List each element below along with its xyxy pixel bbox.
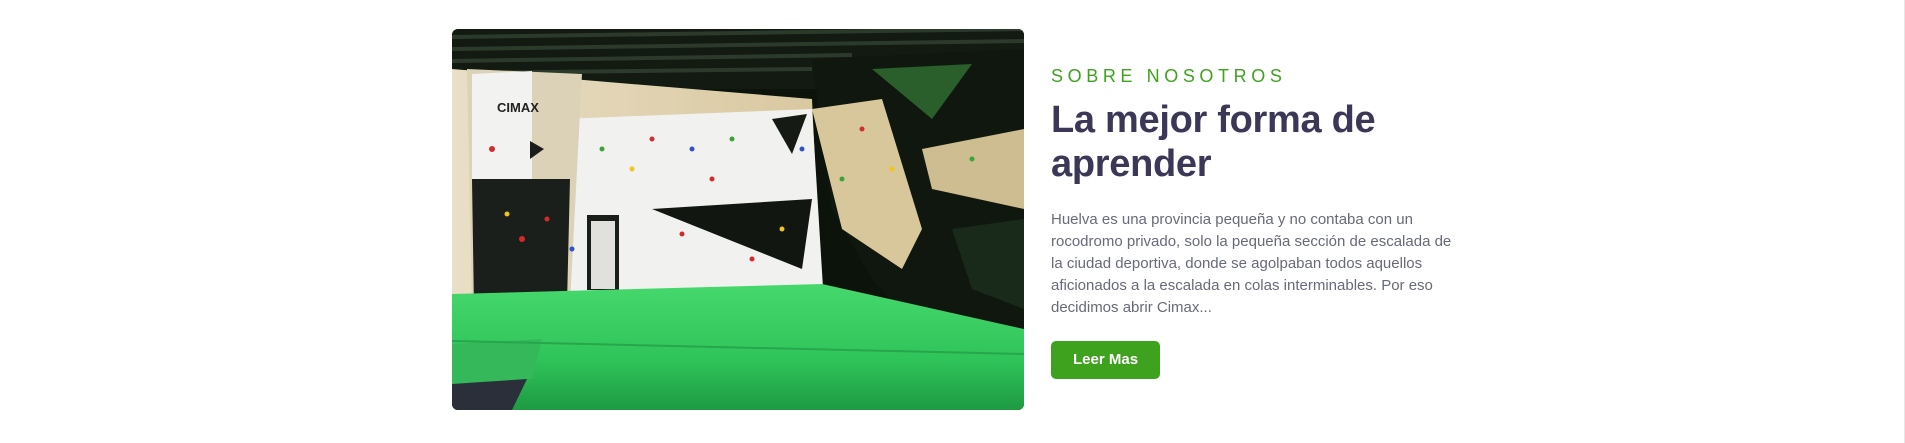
about-section: CIMAX SOBRE NOSOTROS La mejor forma de a… xyxy=(0,0,1905,443)
cimax-sign-text: CIMAX xyxy=(497,100,539,115)
about-content: SOBRE NOSOTROS La mejor forma de aprende… xyxy=(1051,60,1471,379)
section-description: Huelva es una provincia pequeña y no con… xyxy=(1051,211,1452,316)
read-more-button[interactable]: Leer Mas xyxy=(1051,341,1161,379)
climbing-gym-photo: CIMAX xyxy=(452,29,1024,410)
section-eyebrow: SOBRE NOSOTROS xyxy=(1051,66,1287,86)
section-title: La mejor forma de aprender xyxy=(1051,99,1376,185)
